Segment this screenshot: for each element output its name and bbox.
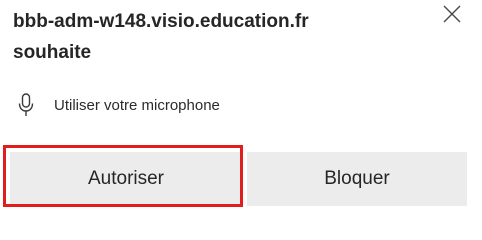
permission-request-title: bbb-adm-w148.visio.education.fr souhaite (13, 6, 413, 68)
permission-label: Utiliser votre microphone (54, 96, 220, 114)
request-verb: souhaite (13, 42, 92, 63)
close-icon (443, 5, 461, 23)
microphone-icon (18, 93, 34, 116)
close-button[interactable] (434, 0, 470, 30)
requesting-site: bbb-adm-w148.visio.education.fr (13, 11, 309, 32)
allow-button[interactable]: Autoriser (10, 152, 242, 206)
block-button[interactable]: Bloquer (247, 152, 467, 206)
permission-item-microphone: Utiliser votre microphone (18, 90, 220, 120)
permission-dialog: bbb-adm-w148.visio.education.fr souhaite… (0, 0, 482, 238)
